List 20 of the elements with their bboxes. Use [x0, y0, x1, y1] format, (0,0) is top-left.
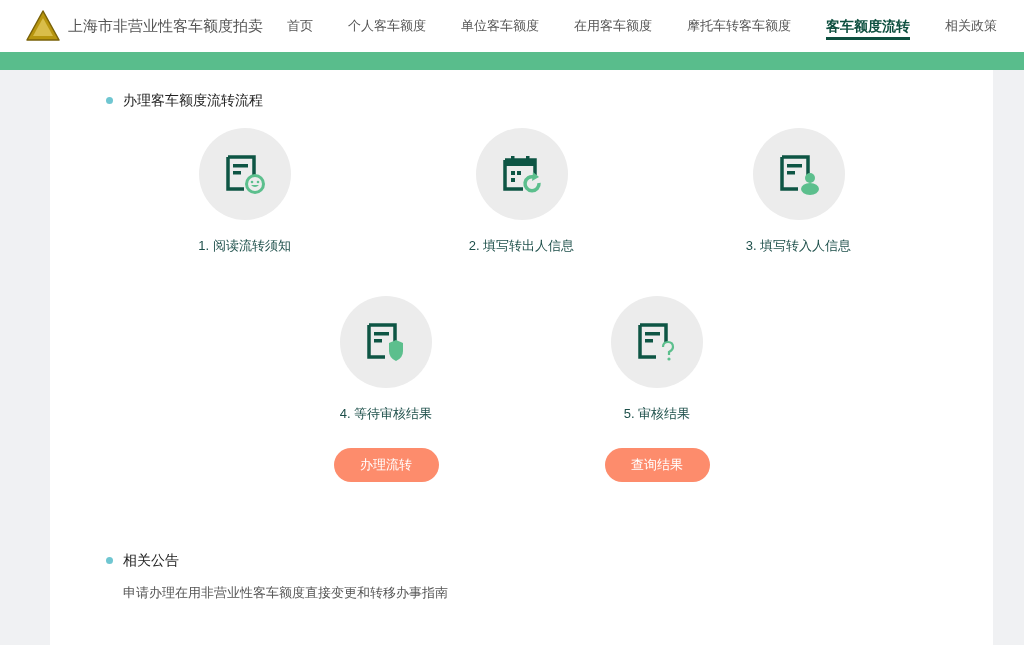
step-label: 5. 审核结果	[623, 404, 691, 423]
document-smile-icon	[223, 153, 266, 195]
logo-icon[interactable]	[26, 10, 60, 42]
nav-tab[interactable]: 个人客车额度	[348, 16, 426, 36]
nav-tab[interactable]: 单位客车额度	[461, 16, 539, 36]
nav-tab[interactable]: 首页	[287, 16, 313, 36]
site-title: 上海市非营业性客车额度拍卖	[68, 15, 263, 36]
section-heading: 办理客车额度流转流程	[123, 91, 263, 110]
step-label: 4. 等待审核结果	[339, 404, 433, 423]
notice-link[interactable]: 申请办理在用非营业性客车额度直接变更和转移办事指南	[123, 583, 993, 603]
calendar-refresh-icon	[500, 153, 543, 195]
nav-tab[interactable]: 客车额度流转	[826, 12, 910, 40]
step-label: 3. 填写转入人信息	[745, 237, 852, 255]
nav-tab[interactable]: 摩托车转客车额度	[687, 16, 791, 36]
nav-tab[interactable]: 在用客车额度	[574, 16, 652, 36]
step-label: 1. 阅读流转须知	[198, 237, 291, 255]
document-person-icon	[777, 153, 820, 195]
nav-tab[interactable]: 相关政策	[945, 16, 997, 36]
step-label: 2. 填写转出人信息	[468, 237, 575, 255]
section-heading: 相关公告	[123, 551, 179, 570]
